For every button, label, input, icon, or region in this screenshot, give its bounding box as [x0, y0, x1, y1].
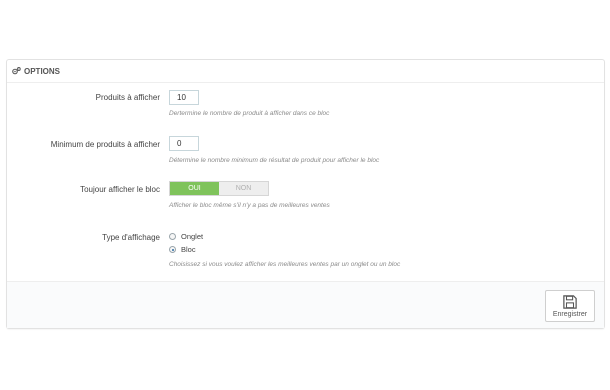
minimum-help: Détermine le nombre minimum de résultat … — [169, 157, 380, 164]
radio-onglet-input[interactable] — [169, 233, 176, 240]
produits-label: Produits à afficher — [95, 93, 160, 102]
type-label: Type d'affichage — [102, 233, 160, 242]
toujour-switch[interactable]: OUI NON — [169, 181, 269, 196]
minimum-label: Minimum de produits à afficher — [50, 140, 160, 149]
radio-bloc[interactable]: Bloc — [169, 245, 196, 254]
gears-icon — [12, 67, 21, 75]
radio-onglet-label: Onglet — [181, 232, 204, 241]
save-button[interactable]: Enregistrer — [545, 290, 595, 322]
minimum-input[interactable]: 0 — [169, 136, 199, 151]
type-help: Choisissez si vous voulez afficher les m… — [169, 261, 401, 268]
produits-input[interactable]: 10 — [169, 90, 199, 105]
save-label: Enregistrer — [552, 310, 588, 318]
toujour-help: Afficher le bloc même s'il n'y a pas de … — [169, 202, 330, 209]
panel-title: OPTIONS — [24, 66, 61, 76]
toujour-label: Toujour afficher le bloc — [80, 185, 160, 194]
options-panel: OPTIONS Produits à afficher 10 Dertermin… — [6, 59, 605, 329]
switch-oui[interactable]: OUI — [170, 182, 219, 195]
panel-heading: OPTIONS — [7, 60, 604, 83]
radio-bloc-label: Bloc — [181, 245, 196, 254]
panel-footer: Enregistrer — [7, 281, 604, 328]
radio-bloc-input[interactable] — [169, 246, 176, 253]
produits-help: Dertermine le nombre de produit à affich… — [169, 110, 330, 117]
switch-non[interactable]: NON — [219, 182, 268, 195]
floppy-disk-icon — [563, 294, 577, 309]
radio-onglet[interactable]: Onglet — [169, 232, 203, 241]
